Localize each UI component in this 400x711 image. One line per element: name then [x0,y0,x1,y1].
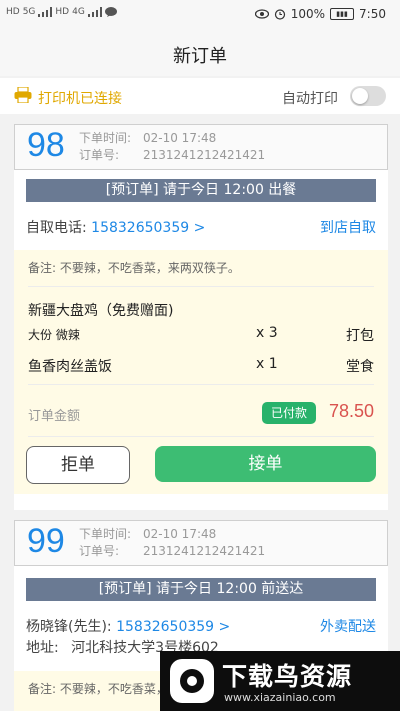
phone-link[interactable]: 15832650359 > [91,220,205,236]
item-name: 鱼香肉丝盖饭 [28,359,112,375]
clock: 7:50 [359,7,386,21]
signal-icon [38,7,53,17]
delivery-type: 到店自取 [320,220,376,236]
page-title: 新订单 [173,46,227,67]
network-5g-indicator: 5G [22,7,36,17]
order-time: 02-10 17:48 [143,527,217,541]
order-header: 98 下单时间: 02-10 17:48 订单号: 2131241212421421 [14,124,388,170]
watermark-logo-icon [170,659,214,703]
order-meta: 下单时间: 02-10 17:48 订单号: 2131241212421421 [79,130,265,164]
item-tag: 打包 [346,328,374,344]
address-label: 地址: [26,640,59,656]
order-note: 备注: 不要辣，不吃香菜，来两双筷子。 [28,259,240,276]
item-spec: 大份 微辣 [28,328,80,342]
item-name: 新疆大盘鸡（免费赠面) [28,303,174,319]
order-meta: 下单时间: 02-10 17:48 订单号: 2131241212421421 [79,526,265,560]
item-qty: x 3 [256,325,278,341]
item-tag: 堂食 [346,359,374,375]
signal-icon-2 [87,7,102,17]
note-label: 备注: [28,261,57,275]
order-body: [预订单] 请于今日 12:00 出餐 自取电话: 15832650359 > … [14,170,388,510]
network-4g-indicator: 4G [72,7,85,17]
order-banner: [预订单] 请于今日 12:00 前送达 [26,578,376,601]
network-indicators: HD 5G HD 4G [6,7,117,17]
status-right: 100% ▮▮▮ 7:50 [254,7,386,21]
chat-bubble-icon [104,7,117,17]
auto-print-label: 自动打印 [282,91,338,107]
order-number: 98 [27,126,65,164]
order-banner: [预订单] 请于今日 12:00 出餐 [26,179,376,202]
printer-row: 打印机已连接 自动打印 [0,78,400,114]
eye-icon [254,9,269,19]
note-text: 不要辣，不吃香菜，来两双筷子。 [59,261,240,275]
watermark-banner: 下载鸟资源 www.xiazainiao.com [160,651,400,711]
amount-label: 订单金额 [28,409,81,424]
alarm-icon [274,9,285,20]
order-id: 2131241212421421 [143,148,266,162]
note-label: 备注: [28,682,57,696]
toggle-knob [352,88,368,104]
order-header: 99 下单时间: 02-10 17:48 订单号: 2131241212421421 [14,520,388,566]
status-bar: HD 5G HD 4G 100% ▮▮▮ 7:50 [0,0,400,30]
paid-badge: 已付款 [262,402,316,424]
printer-status: 打印机已连接 [38,91,122,107]
item-qty: x 1 [256,356,278,372]
order-time-label: 下单时间: [79,131,132,145]
battery-percent: 100% [290,7,326,21]
printer-icon [14,87,32,103]
order-id-label: 订单号: [79,544,120,558]
divider [28,286,374,287]
order-time-label: 下单时间: [79,527,132,541]
accept-button[interactable]: 接单 [155,446,376,482]
contact-row: 杨晓锋(先生): 15832650359 > [26,616,230,636]
hd-indicator: HD [6,7,20,17]
order-id: 2131241212421421 [143,544,266,558]
delivery-type: 外卖配送 [320,619,376,635]
order-amount: 78.50 [328,401,374,421]
phone-link[interactable]: 15832650359 > [116,619,230,635]
watermark-title: 下载鸟资源 [222,662,353,691]
divider [28,384,374,385]
watermark-url: www.xiazainiao.com [224,691,336,704]
reject-button[interactable]: 拒单 [26,446,130,484]
order-time: 02-10 17:48 [143,131,217,145]
order-number: 99 [27,522,65,560]
auto-print-toggle[interactable] [350,86,386,106]
contact-label: 杨晓锋(先生): [26,619,112,635]
contact-label: 自取电话: [26,220,87,236]
title-bar: 新订单 [0,30,400,76]
hd-indicator-2: HD [55,7,70,17]
order-card: 98 下单时间: 02-10 17:48 订单号: 2131241212421421… [14,124,388,510]
battery-icon: ▮▮▮ [330,8,355,20]
contact-row: 自取电话: 15832650359 > [26,217,205,237]
order-id-label: 订单号: [79,148,120,162]
divider [28,436,374,437]
order-detail-box: 备注: 不要辣，不吃香菜，来两双筷子。 新疆大盘鸡（免费赠面) 大份 微辣 x … [14,250,388,494]
